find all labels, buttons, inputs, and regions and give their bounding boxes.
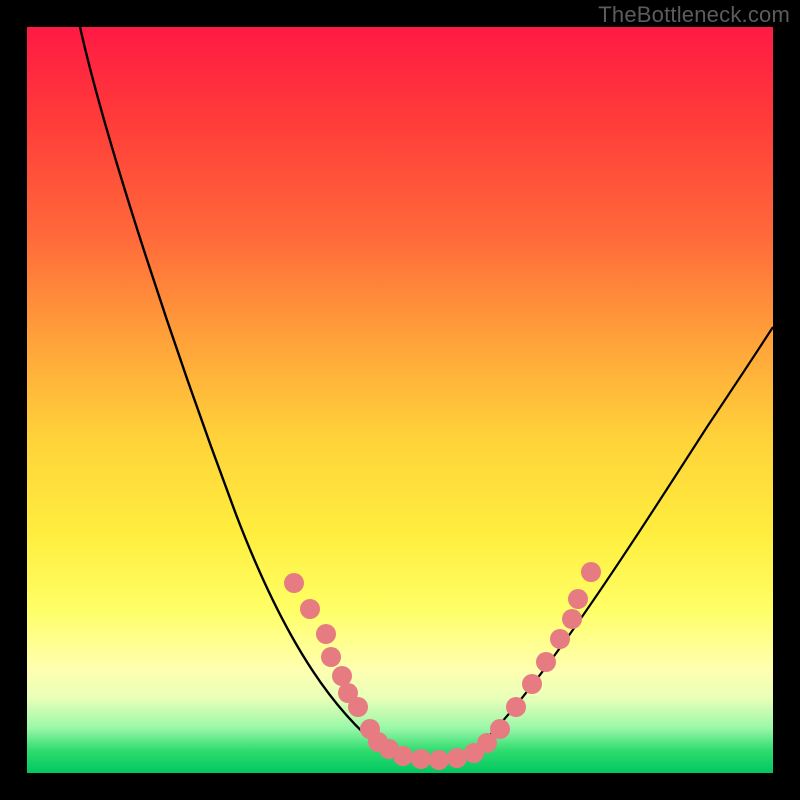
data-marker (429, 750, 449, 770)
data-marker (550, 629, 570, 649)
data-marker (562, 609, 582, 629)
data-marker (506, 697, 526, 717)
data-marker (411, 749, 431, 769)
curve-svg (27, 27, 773, 773)
data-marker (284, 573, 304, 593)
left-curve (80, 27, 392, 757)
data-marker (316, 624, 336, 644)
data-marker (447, 748, 467, 768)
data-marker (321, 647, 341, 667)
plot-area (27, 27, 773, 773)
chart-frame: TheBottleneck.com (0, 0, 800, 800)
data-marker (568, 589, 588, 609)
right-curve (467, 327, 773, 757)
data-marker (490, 719, 510, 739)
data-marker (348, 697, 368, 717)
data-marker (522, 674, 542, 694)
data-marker (581, 562, 601, 582)
data-marker (536, 652, 556, 672)
data-marker (300, 599, 320, 619)
watermark-text: TheBottleneck.com (598, 2, 790, 28)
data-marker (393, 746, 413, 766)
data-marker (332, 666, 352, 686)
marker-group (284, 562, 601, 770)
